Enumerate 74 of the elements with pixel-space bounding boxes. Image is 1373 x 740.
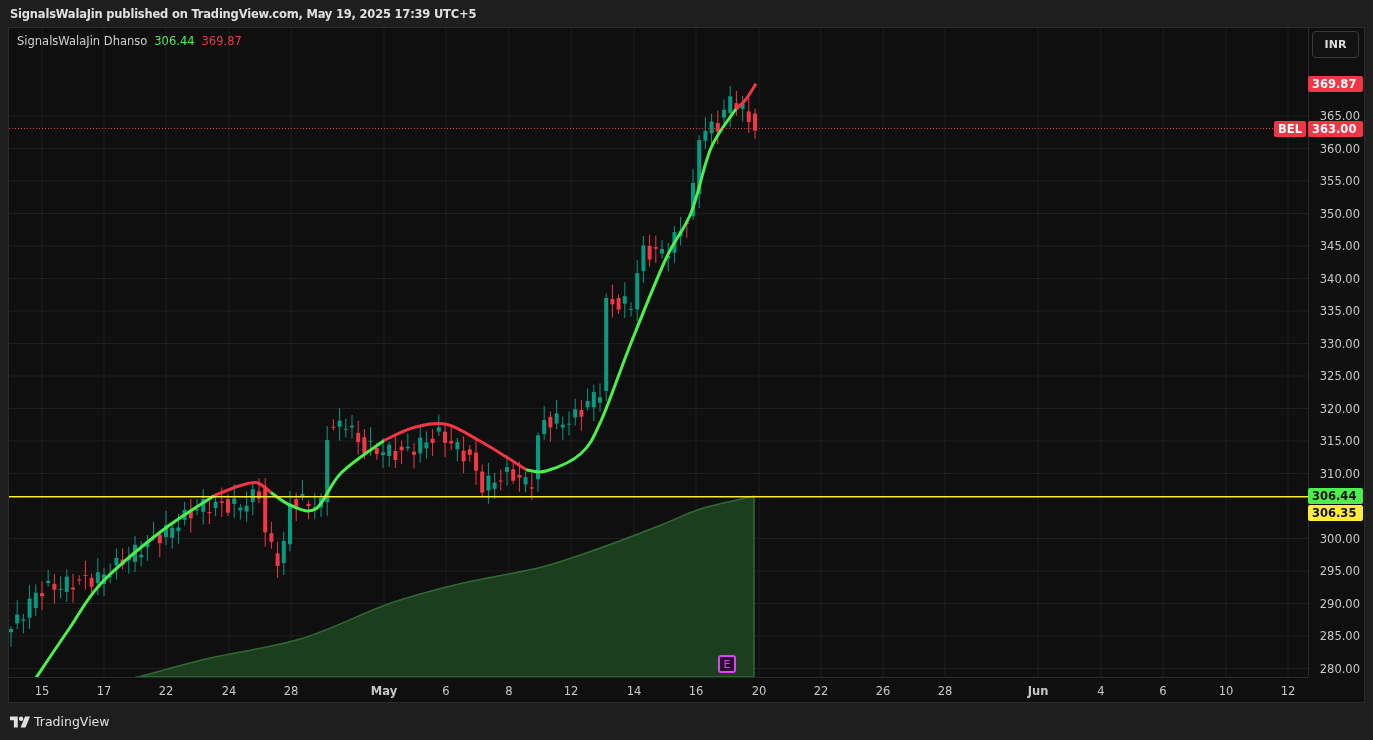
candle xyxy=(567,411,571,436)
indicator-title: SignalsWalaJin Dhanso xyxy=(17,34,148,48)
date-tick: May xyxy=(370,684,398,698)
price-tick: 320.00 xyxy=(1319,401,1360,416)
candle xyxy=(381,437,385,469)
price-tick: 325.00 xyxy=(1319,369,1360,383)
candle xyxy=(133,535,137,573)
date-tick: 20 xyxy=(751,684,767,698)
price-tick: 295.00 xyxy=(1319,564,1360,578)
candle xyxy=(505,454,509,486)
date-tick: 12 xyxy=(1280,684,1296,698)
brand-name: TradingView xyxy=(34,714,110,729)
price-label: 306.44 xyxy=(1308,488,1363,504)
price-tick: 290.00 xyxy=(1319,596,1360,611)
date-tick: 28 xyxy=(283,684,299,698)
symbol-label: BEL xyxy=(1274,121,1306,137)
candle xyxy=(9,625,13,647)
candle xyxy=(722,98,726,124)
price-tick: 335.00 xyxy=(1319,304,1360,318)
candle xyxy=(350,414,354,440)
candle xyxy=(164,510,168,546)
date-tick: 22 xyxy=(158,684,174,698)
candle xyxy=(102,567,106,597)
candle xyxy=(195,498,199,516)
candle xyxy=(319,492,323,518)
candle xyxy=(412,442,416,469)
candle xyxy=(443,424,447,458)
price-tick: 355.00 xyxy=(1319,174,1360,188)
candle xyxy=(660,239,664,259)
date-tick: 12 xyxy=(563,684,579,698)
candle xyxy=(288,490,292,552)
date-tick: 6 xyxy=(442,684,450,698)
date-tick: 22 xyxy=(813,684,829,698)
date-tick: 17 xyxy=(96,684,112,698)
price-tick: 350.00 xyxy=(1319,206,1360,221)
candle xyxy=(257,477,261,504)
candle xyxy=(629,301,633,317)
candle xyxy=(598,383,602,413)
indicator-value: 306.44 xyxy=(154,34,195,48)
candle xyxy=(40,580,44,611)
date-tick: 4 xyxy=(1097,684,1105,698)
price-tick: 285.00 xyxy=(1319,629,1360,643)
candle xyxy=(474,438,478,486)
date-tick: 15 xyxy=(34,684,50,698)
logo-icon xyxy=(10,715,30,728)
price-tick: 315.00 xyxy=(1319,434,1360,448)
price-tick: 310.00 xyxy=(1319,466,1360,481)
price-label: 369.87 xyxy=(1308,76,1363,92)
date-tick: 16 xyxy=(688,684,704,698)
price-label: 363.00 xyxy=(1308,121,1363,137)
price-tick: 330.00 xyxy=(1319,336,1360,351)
price-tick: 340.00 xyxy=(1319,271,1360,286)
publish-caption: SignalsWalaJin published on TradingView.com, May 19, 2025 17:39 UTC+5 xyxy=(9,5,478,23)
candle xyxy=(71,573,75,604)
price-tick: 365.00 xyxy=(1319,109,1360,123)
price-label: 306.35 xyxy=(1308,505,1363,521)
earnings-marker[interactable]: E xyxy=(718,655,736,673)
price-tick: 345.00 xyxy=(1319,239,1360,253)
date-tick: 6 xyxy=(1159,684,1167,698)
indicator-value: 369.87 xyxy=(201,34,242,48)
date-tick: 26 xyxy=(875,684,891,698)
date-tick: 24 xyxy=(221,684,237,698)
candle xyxy=(536,432,540,493)
price-tick: 280.00 xyxy=(1319,661,1360,676)
price-tick: 300.00 xyxy=(1319,531,1360,546)
currency-button[interactable]: INR xyxy=(1312,31,1359,58)
date-tick: 28 xyxy=(937,684,953,698)
date-tick: 14 xyxy=(626,684,642,698)
candle xyxy=(226,493,230,517)
date-tick: 10 xyxy=(1218,684,1234,698)
price-tick: 360.00 xyxy=(1319,141,1360,156)
date-tick: 8 xyxy=(505,684,513,698)
date-tick: Jun xyxy=(1027,684,1049,698)
candle xyxy=(753,108,757,140)
